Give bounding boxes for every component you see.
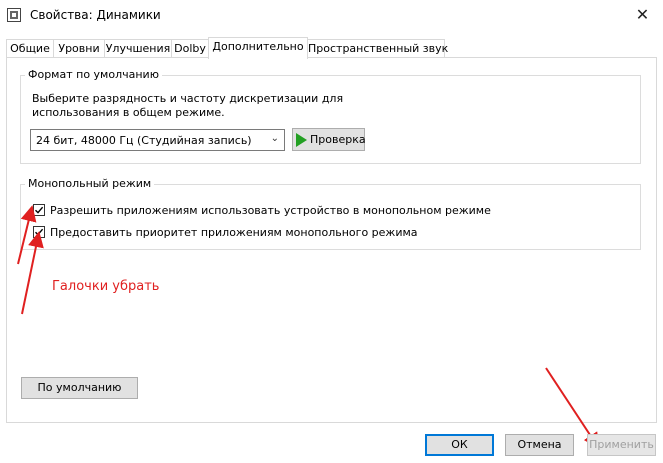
cancel-button[interactable]: Отмена [505, 434, 574, 456]
restore-defaults-button[interactable]: По умолчанию [21, 377, 138, 399]
apply-button[interactable]: Применить [587, 434, 656, 456]
ok-button[interactable]: ОК [425, 434, 494, 456]
tab-advanced[interactable]: Дополнительно [208, 37, 308, 59]
